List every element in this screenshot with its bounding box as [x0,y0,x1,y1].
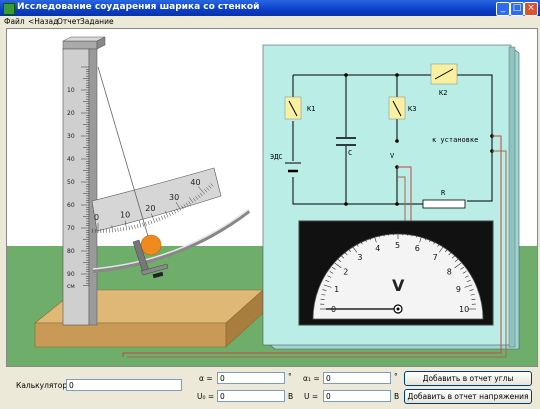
protractor-tick [158,217,161,222]
minimize-button[interactable]: _ [496,2,510,16]
u-unit: В [394,392,400,401]
calculator-label: Калькулятор: [16,381,70,390]
protractor-tick [142,222,144,227]
voltmeter-unit: V [392,276,405,295]
ruler-tick-label: 70 [67,225,75,232]
u0-input[interactable]: 0 [217,390,285,402]
label-k1: K1 [307,105,315,113]
label-k2: K2 [439,89,447,97]
voltmeter-scale-label: 7 [433,253,438,262]
calculator-input[interactable]: 0 [66,379,182,391]
title-bar: Исследование соударения шарика со стенко… [0,0,540,16]
switch-k2[interactable] [430,63,458,85]
protractor-tick [168,212,171,217]
protractor-tick-label: 10 [120,211,130,220]
menu-bar: Файл <Назад Отчет Задание [0,16,540,28]
simulation-scene: 10 20 30 40 50 60 70 80 90 см 0 10 20 30 40 [6,28,538,367]
protractor-tick [134,224,136,229]
protractor-tick [128,225,130,230]
protractor-tick [120,227,122,232]
u0-unit: В [288,392,294,401]
ruler-tick-label: 30 [67,133,75,140]
protractor-tick [155,218,158,223]
bottom-panel: Калькулятор: 0 α = 0 ° α₁ = 0 ° U₀ = 0 В… [0,367,540,409]
u0-label: U₀ = [197,392,215,401]
protractor-tick [138,220,142,228]
protractor-tick [150,220,153,225]
protractor-tick-label: 0 [94,213,99,222]
protractor-tick [147,220,150,225]
ruler-tick-label: 90 [67,271,75,278]
ruler-tick-label: 40 [67,156,75,163]
protractor-tick [145,221,147,226]
voltmeter-scale-label: 9 [456,285,461,294]
ruler-tick-label: 50 [67,179,75,186]
maximize-button[interactable]: □ [510,2,524,16]
voltmeter-scale-label: 2 [343,267,348,276]
ruler-tick-label: 10 [67,87,75,94]
menu-task[interactable]: Задание [80,17,114,26]
add-voltages-button[interactable]: Добавить в отчет напряжения [404,389,532,404]
scene-drawing: 10 20 30 40 50 60 70 80 90 см 0 10 20 30 40 K1 K3 K… [7,36,537,366]
voltmeter-scale-label: 1 [334,285,339,294]
protractor-tick [131,225,133,230]
label-k3: K3 [408,105,416,113]
protractor-tick [171,211,174,216]
add-angles-button[interactable]: Добавить в отчет углы [404,371,532,386]
alpha-label: α = [199,374,213,383]
switch-k1[interactable] [284,96,302,120]
voltmeter-scale-label: 6 [415,244,420,253]
ruler-unit: см [67,283,75,290]
protractor-tick [136,224,139,229]
protractor-tick [173,209,177,214]
menu-report[interactable]: Отчет [57,17,81,26]
voltmeter-scale-label: 10 [459,305,469,314]
voltmeter-scale-label: 3 [357,253,362,262]
voltmeter-scale-label: 8 [447,267,452,276]
u-label: U = [304,392,319,401]
protractor-tick-label: 40 [190,178,200,187]
close-button[interactable]: × [524,2,538,16]
ball[interactable] [140,234,162,256]
stand-top-arm [62,40,98,50]
u-input[interactable]: 0 [323,390,391,402]
menu-file[interactable]: Файл [4,17,25,26]
protractor-tick-label: 20 [145,204,155,213]
ruler-tick-label: 80 [67,248,75,255]
switch-k3[interactable] [388,96,406,120]
voltmeter-scale-label: 5 [395,241,400,250]
ruler-tick-label: 60 [67,202,75,209]
protractor-tick [123,226,125,231]
resistor [422,199,466,209]
alpha1-input[interactable]: 0 [323,372,391,384]
label-capacitor: C [348,149,352,157]
app-icon [3,3,15,15]
voltmeter-scale-label: 4 [375,244,380,253]
protractor-scale [91,167,222,232]
window-title: Исследование соударения шарика со стенко… [17,2,260,12]
ruler-tick-label: 20 [67,110,75,117]
alpha-unit: ° [288,372,292,381]
menu-back[interactable]: <Назад [28,17,58,26]
protractor-tick [161,216,164,220]
alpha1-label: α₁ = [303,374,320,383]
protractor-tick [163,214,166,219]
label-emf: ЭДС [270,153,283,161]
alpha-input[interactable]: 0 [217,372,285,384]
alpha1-unit: ° [394,372,398,381]
label-to-setup: к установке [432,136,478,144]
protractor-tick-label: 30 [169,193,179,202]
